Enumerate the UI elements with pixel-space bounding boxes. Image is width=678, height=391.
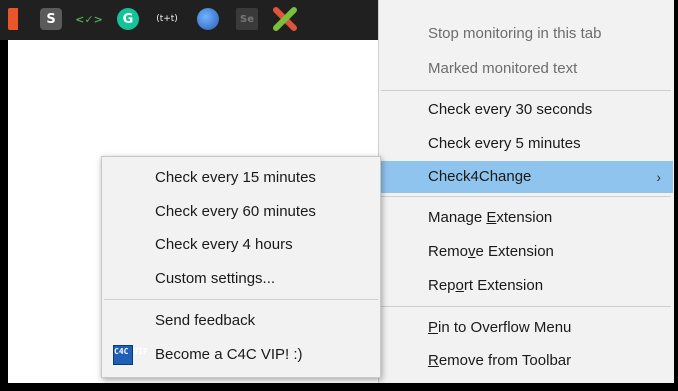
remove-extension-label-b: e Extension <box>475 243 554 260</box>
report-extension-accel: o <box>455 277 464 294</box>
remove-from-toolbar-item[interactable]: Remove from Toolbar <box>379 345 673 377</box>
check-15m-item[interactable]: Check every 15 minutes <box>102 162 380 194</box>
check-5m-item[interactable]: Check every 5 minutes <box>379 128 673 160</box>
selenium-extension-icon[interactable]: Se <box>236 8 258 30</box>
stop-monitoring-item[interactable]: Stop monitoring in this tab <box>379 18 673 50</box>
manage-extension-accel: E <box>486 209 497 226</box>
remove-extension-label-a: Remo <box>428 243 469 260</box>
remove-extension-item[interactable]: Remove Extension <box>379 236 673 268</box>
s-extension-icon[interactable]: S <box>40 8 62 30</box>
become-vip-item[interactable]: C4C VIP Become a C4C VIP! :) <box>102 339 380 371</box>
globe-extension-icon[interactable] <box>197 8 219 30</box>
window-frame: S <✓> G (t+t) Se Stop monitoring in this… <box>0 0 678 391</box>
check4change-submenu: Check every 15 minutes Check every 60 mi… <box>101 156 381 378</box>
become-vip-label: Become a C4C VIP! :) <box>155 346 303 363</box>
chevron-right-icon: › <box>656 169 661 185</box>
code-extension-icon[interactable]: <✓> <box>75 8 103 30</box>
text-extension-icon[interactable]: (t+t) <box>154 8 180 30</box>
grammarly-icon[interactable]: G <box>117 8 139 30</box>
report-extension-item[interactable]: Report Extension <box>379 270 673 302</box>
extension-context-menu: Stop monitoring in this tab Marked monit… <box>378 0 674 383</box>
manage-extension-label-a: Manage <box>428 209 487 226</box>
check-60m-item[interactable]: Check every 60 minutes <box>102 196 380 228</box>
pin-to-overflow-accel: P <box>428 319 439 336</box>
c4c-vip-icon: C4C VIP <box>113 345 148 365</box>
pin-to-overflow-item[interactable]: Pin to Overflow Menu <box>379 312 673 344</box>
report-extension-label-a: Rep <box>428 277 456 294</box>
remove-from-toolbar-label: emove from Toolbar <box>438 352 572 369</box>
check-4h-item[interactable]: Check every 4 hours <box>102 229 380 261</box>
menu-separator <box>381 196 671 197</box>
check4change-label: Check4Change <box>428 168 532 185</box>
remove-from-toolbar-accel: R <box>428 352 439 369</box>
manage-extension-item[interactable]: Manage Extension <box>379 202 673 234</box>
check4change-x-icon[interactable] <box>272 6 298 32</box>
custom-settings-item[interactable]: Custom settings... <box>102 263 380 295</box>
orange-extension-icon[interactable] <box>8 8 18 30</box>
menu-separator <box>381 90 671 91</box>
pin-to-overflow-label: in to Overflow Menu <box>438 319 572 336</box>
manage-extension-label-b: xtension <box>496 209 553 226</box>
marked-text-item[interactable]: Marked monitored text <box>379 53 673 85</box>
check-30s-item[interactable]: Check every 30 seconds <box>379 94 673 126</box>
check4change-submenu-item[interactable]: Check4Change › <box>379 161 673 193</box>
report-extension-label-b: rt Extension <box>463 277 544 294</box>
send-feedback-item[interactable]: Send feedback <box>102 305 380 337</box>
extensions-toolbar: S <✓> G (t+t) Se <box>0 0 378 40</box>
menu-separator <box>104 299 378 300</box>
remove-extension-accel: v <box>468 243 476 260</box>
menu-separator <box>381 306 671 307</box>
